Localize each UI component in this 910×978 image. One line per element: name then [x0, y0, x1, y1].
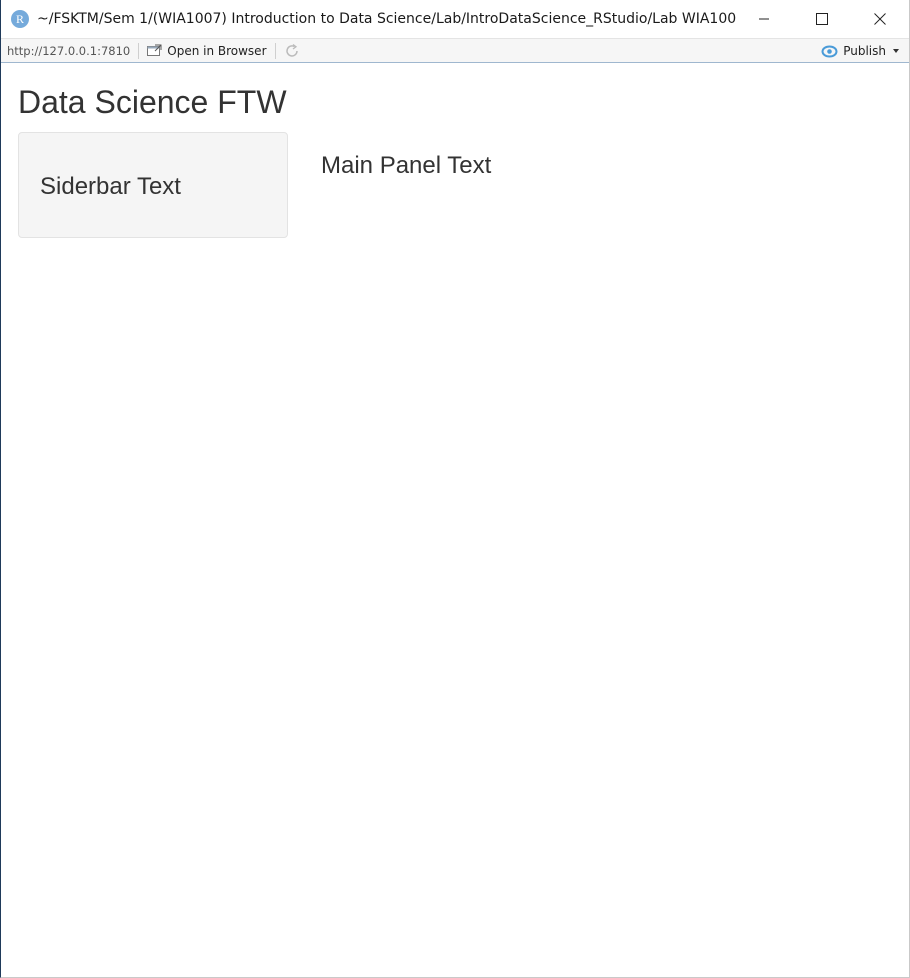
refresh-button[interactable]: [284, 43, 300, 59]
shiny-app-content: Data Science FTW Siderbar Text Main Pane…: [18, 63, 909, 977]
refresh-icon: [285, 43, 298, 57]
app-url: http://127.0.0.1:7810: [7, 43, 131, 58]
sidebar-panel: Siderbar Text: [18, 132, 288, 238]
close-button[interactable]: [851, 0, 909, 38]
open-in-browser-label: Open in Browser: [167, 43, 267, 58]
maximize-button[interactable]: [793, 0, 851, 38]
page-title: Data Science FTW: [18, 84, 287, 120]
window-title: ~/FSKTM/Sem 1/(WIA1007) Introduction to …: [37, 11, 737, 27]
close-icon: [874, 13, 886, 25]
window-controls: [735, 0, 909, 38]
publish-label: Publish: [843, 44, 886, 58]
sidebar-text: Siderbar Text: [40, 173, 181, 200]
toolbar-separator: [274, 42, 276, 59]
open-in-browser-icon: [147, 44, 162, 56]
publish-icon: [821, 45, 838, 57]
minimize-button[interactable]: [735, 0, 793, 38]
minimize-icon: [759, 18, 769, 20]
toolbar-separator: [138, 42, 140, 59]
r-logo-icon: R: [11, 10, 29, 28]
chevron-down-icon: [893, 49, 899, 53]
maximize-icon: [816, 13, 828, 25]
title-bar[interactable]: R ~/FSKTM/Sem 1/(WIA1007) Introduction t…: [1, 0, 909, 38]
open-in-browser-button[interactable]: Open in Browser: [147, 43, 267, 58]
app-window: R ~/FSKTM/Sem 1/(WIA1007) Introduction t…: [0, 0, 910, 978]
viewer-toolbar: http://127.0.0.1:7810 Open in Browser Pu…: [1, 38, 909, 63]
publish-button[interactable]: Publish: [821, 39, 901, 63]
main-panel-text: Main Panel Text: [321, 152, 492, 179]
